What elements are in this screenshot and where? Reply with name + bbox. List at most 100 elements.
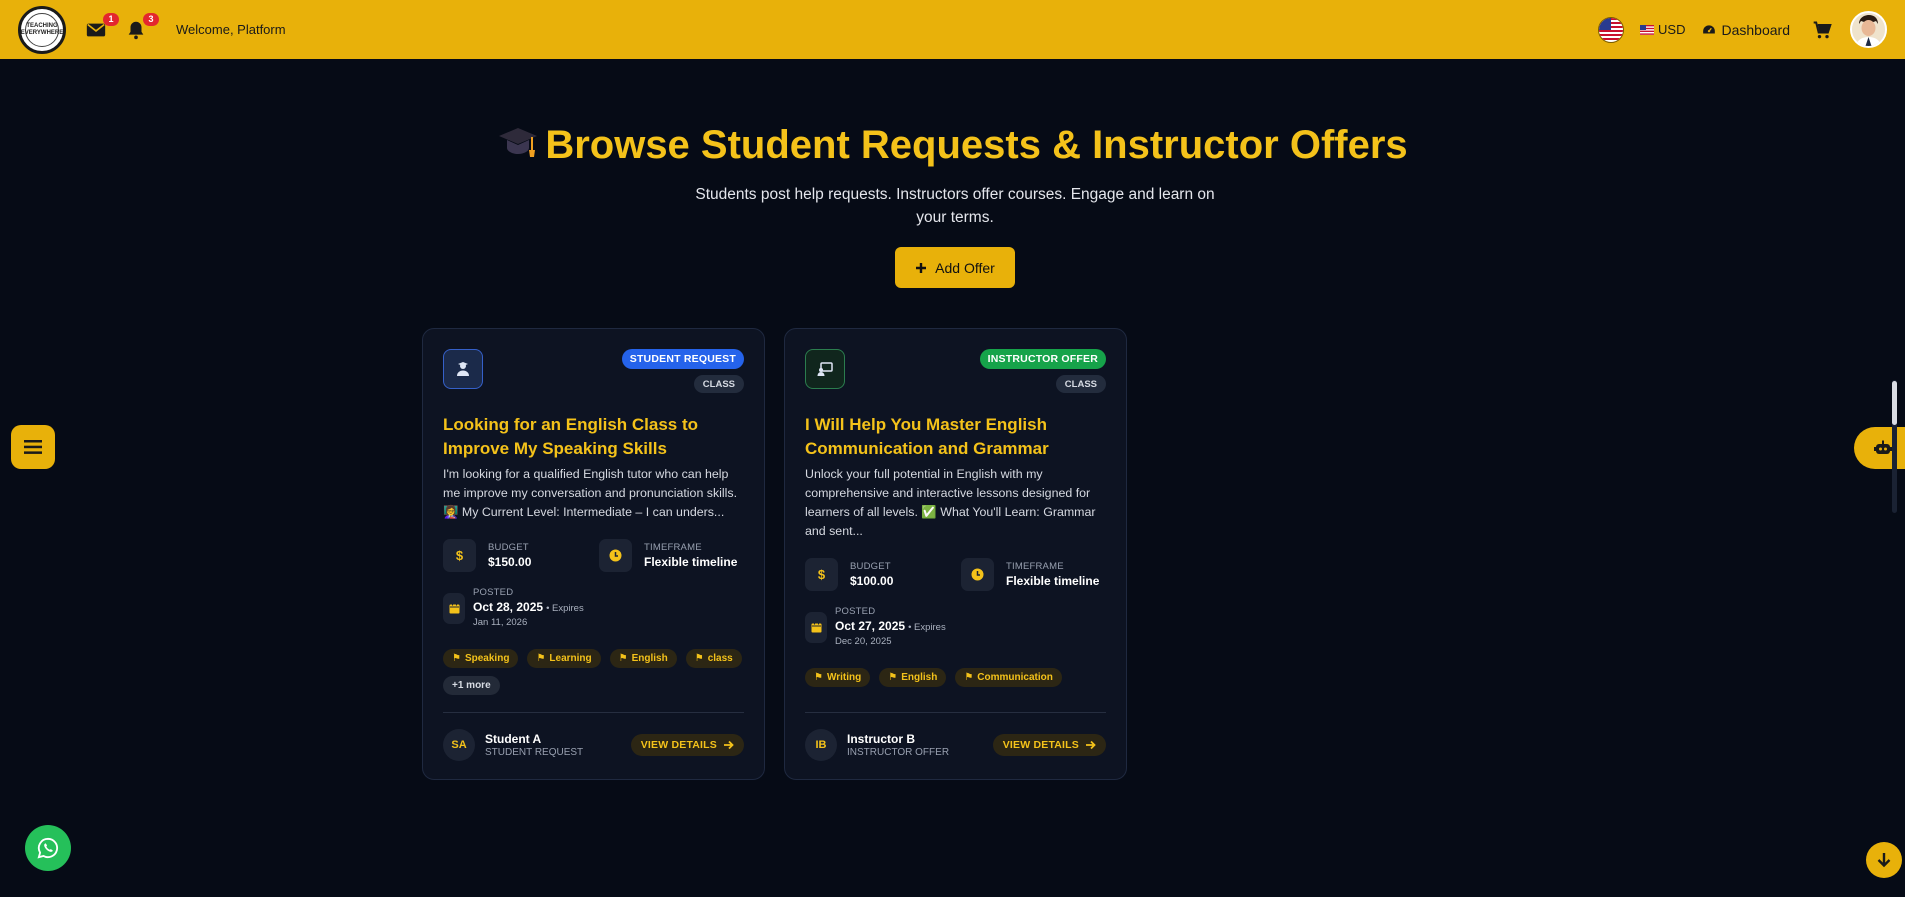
- scroll-down-button[interactable]: [1866, 842, 1902, 878]
- arrow-down-icon: [1877, 853, 1891, 868]
- tag-icon: ⚑: [888, 672, 898, 683]
- tag-chip[interactable]: ⚑ English: [879, 668, 947, 687]
- expires-date: Jan 11, 2026: [473, 617, 528, 628]
- tag-icon: ⚑: [814, 672, 823, 683]
- dollar-icon: $: [443, 539, 476, 572]
- plus-icon: [916, 262, 927, 273]
- top-navbar: TEACHING EVERYWHERE 1 3 Welcome, Platfor…: [0, 0, 1905, 59]
- tag-icon: ⚑: [618, 653, 628, 664]
- offer-card[interactable]: INSTRUCTOR OFFER CLASS I Will Help You M…: [784, 328, 1127, 780]
- add-offer-label: Add Offer: [935, 259, 995, 276]
- view-details-button[interactable]: VIEW DETAILS: [992, 734, 1106, 756]
- card-title[interactable]: I Will Help You Master English Communica…: [805, 413, 1105, 461]
- robot-icon: [1873, 440, 1892, 454]
- currency-label: USD: [1658, 22, 1686, 37]
- site-logo[interactable]: TEACHING EVERYWHERE: [18, 5, 66, 54]
- language-flag-button[interactable]: [1598, 16, 1625, 43]
- tag-icon: ⚑: [452, 653, 461, 664]
- expires-date: Dec 20, 2025: [835, 636, 892, 647]
- tag-list: ⚑ Speaking ⚑ Learning ⚑ English ⚑ class +1 m…: [443, 649, 743, 695]
- tag-icon: ⚑: [536, 653, 546, 664]
- timeframe-info: TIMEFRAME Flexible timeline: [961, 558, 1099, 591]
- user-avatar[interactable]: [1850, 11, 1887, 48]
- logo-text: TEACHING EVERYWHERE: [21, 12, 63, 47]
- tag-chip[interactable]: ⚑ English: [609, 649, 677, 668]
- timeframe-label: TIMEFRAME: [1006, 561, 1064, 572]
- dashboard-link[interactable]: Dashboard: [1702, 21, 1791, 38]
- scrollbar-thumb[interactable]: [1892, 381, 1897, 425]
- dollar-icon: $: [805, 558, 838, 591]
- page-title: Browse Student Requests & Instructor Off…: [0, 122, 1905, 172]
- card-description: Unlock your full potential in English wi…: [805, 467, 1096, 538]
- posted-info: POSTED Oct 28, 2025 • Expires Jan 11, 202…: [443, 587, 584, 628]
- timeframe-value: Flexible timeline: [1006, 574, 1100, 588]
- offer-card[interactable]: STUDENT REQUEST CLASS Looking for an Eng…: [422, 328, 765, 780]
- posted-label: POSTED: [473, 587, 514, 598]
- tag-chip[interactable]: ⚑ class: [685, 649, 742, 668]
- page-subtitle: Students post help requests. Instructors…: [695, 186, 1215, 226]
- calendar-icon: [443, 593, 465, 624]
- budget-label: BUDGET: [488, 542, 529, 553]
- whatsapp-button[interactable]: [25, 825, 71, 871]
- posted-label: POSTED: [835, 606, 876, 617]
- gauge-icon: [1702, 24, 1715, 33]
- tag-chip[interactable]: ⚑ Learning: [527, 649, 601, 668]
- instructor-icon: [805, 349, 845, 389]
- tag-label: English: [631, 653, 668, 664]
- chatbot-button[interactable]: [1854, 427, 1905, 469]
- cart-icon: [1813, 21, 1832, 38]
- more-tags-chip[interactable]: +1 more: [443, 676, 500, 695]
- student-icon: [443, 349, 483, 389]
- card-title[interactable]: Looking for an English Class to Improve …: [443, 413, 743, 461]
- us-flag-icon: [1599, 17, 1624, 42]
- card-divider: [443, 712, 744, 713]
- budget-label: BUDGET: [850, 561, 891, 572]
- tag-label: Speaking: [464, 653, 510, 664]
- budget-value: $150.00: [488, 555, 532, 569]
- sidebar-toggle-button[interactable]: [11, 425, 55, 469]
- posted-info: POSTED Oct 27, 2025 • Expires Dec 20, 202…: [805, 606, 946, 647]
- timeframe-label: TIMEFRAME: [644, 542, 702, 553]
- timeframe-info: TIMEFRAME Flexible timeline: [599, 539, 737, 572]
- graduation-cap-icon: [497, 122, 539, 172]
- budget-value: $100.00: [850, 574, 894, 588]
- student-request-badge: STUDENT REQUEST: [621, 349, 744, 369]
- tag-label: Writing: [826, 672, 862, 683]
- tag-chip[interactable]: ⚑ Speaking: [443, 649, 519, 668]
- cart-button[interactable]: [1812, 20, 1832, 40]
- view-details-label: VIEW DETAILS: [1002, 739, 1079, 751]
- card-divider: [805, 712, 1106, 713]
- messages-badge: 1: [103, 12, 119, 26]
- tag-label: class: [707, 653, 733, 664]
- clock-icon: [599, 539, 632, 572]
- messages-button[interactable]: 1: [85, 12, 119, 41]
- tag-list: ⚑ Writing ⚑ English ⚑ Communication: [805, 668, 1105, 687]
- currency-selector[interactable]: USD: [1640, 22, 1686, 37]
- welcome-text: Welcome, Platform: [176, 22, 286, 37]
- us-flag-mini-icon: [1640, 24, 1655, 35]
- whatsapp-icon: [37, 837, 59, 859]
- add-offer-button[interactable]: Add Offer: [895, 247, 1015, 288]
- author-role: INSTRUCTOR OFFER: [847, 747, 950, 758]
- timeframe-value: Flexible timeline: [644, 555, 738, 569]
- dashboard-label: Dashboard: [1721, 21, 1791, 38]
- arrow-right-icon: [724, 740, 734, 750]
- view-details-button[interactable]: VIEW DETAILS: [630, 734, 744, 756]
- tag-chip[interactable]: ⚑ Writing: [805, 668, 871, 687]
- tag-icon: ⚑: [964, 672, 974, 683]
- notifications-badge: 3: [143, 12, 159, 26]
- tag-chip[interactable]: ⚑ Communication: [955, 668, 1062, 687]
- notifications-button[interactable]: 3: [125, 12, 159, 41]
- user-avatar-image: [1852, 13, 1885, 46]
- posted-date: Oct 27, 2025: [835, 619, 906, 633]
- expires-label: • Expires: [546, 603, 584, 614]
- arrow-right-icon: [1086, 740, 1096, 750]
- clock-icon: [961, 558, 994, 591]
- budget-info: $ BUDGET $100.00: [805, 558, 893, 591]
- expires-label: • Expires: [908, 622, 946, 633]
- author-role: STUDENT REQUEST: [485, 747, 584, 758]
- author-info: IB Instructor B INSTRUCTOR OFFER: [805, 729, 949, 761]
- hamburger-icon: [24, 440, 42, 454]
- budget-info: $ BUDGET $150.00: [443, 539, 531, 572]
- view-details-label: VIEW DETAILS: [640, 739, 717, 751]
